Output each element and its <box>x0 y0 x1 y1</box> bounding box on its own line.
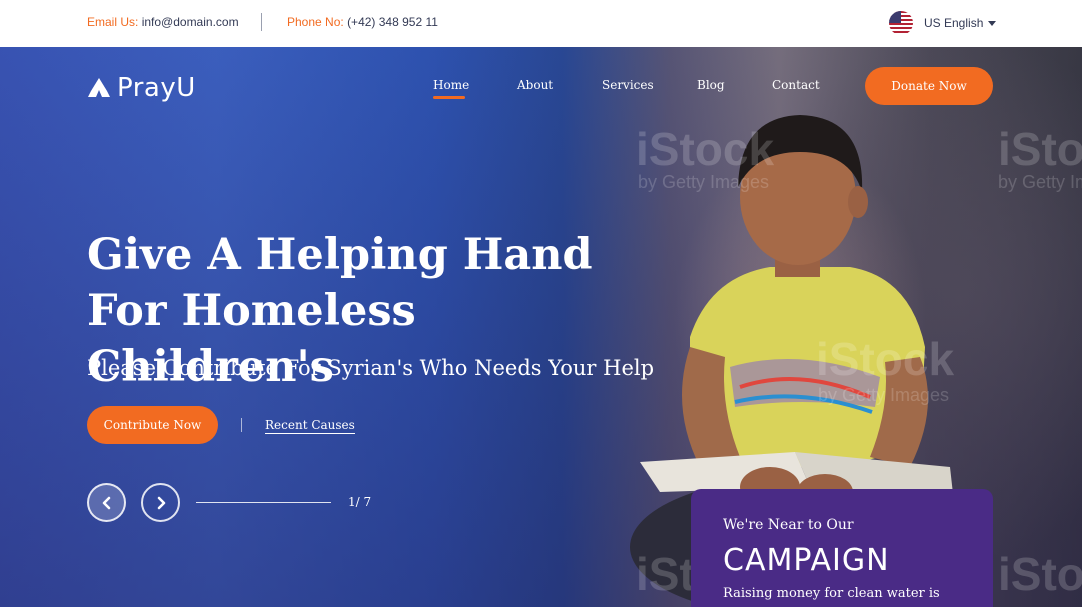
watermark-brand: iStock <box>998 123 1082 175</box>
slide-counter: 1/ 7 <box>348 495 372 509</box>
praying-hands-icon <box>88 78 110 97</box>
cta-divider <box>241 418 242 432</box>
watermark-by: by Getty Images <box>638 172 770 192</box>
us-flag-icon <box>889 11 913 35</box>
hero-banner: iStock by Getty Images iStock by Getty I… <box>0 47 1082 607</box>
brand-logo[interactable]: PrayU <box>87 73 196 103</box>
email-value[interactable]: info@domain.com <box>142 15 239 29</box>
chevron-right-icon <box>157 496 165 509</box>
slider-next-button[interactable] <box>141 483 180 522</box>
active-nav-indicator <box>433 96 465 99</box>
phone-contact[interactable]: Phone No: (+42) 348 952 11 <box>287 15 438 29</box>
watermark-brand: iStock <box>816 333 955 385</box>
brand-name: PrayU <box>117 73 196 103</box>
slider-progress-line <box>196 502 331 503</box>
email-contact[interactable]: Email Us: info@domain.com <box>87 15 239 29</box>
nav-home[interactable]: Home <box>433 78 469 99</box>
topbar-divider <box>261 13 262 31</box>
contribute-now-button[interactable]: Contribute Now <box>87 406 218 444</box>
nav-services[interactable]: Services <box>602 78 654 92</box>
donate-now-button[interactable]: Donate Now <box>865 67 993 105</box>
nav-contact[interactable]: Contact <box>772 78 820 92</box>
hero-subtitle: Please Contribute For Syrian's Who Needs… <box>87 356 655 380</box>
campaign-card: We're Near to Our CAMPAIGN Raising money… <box>691 489 993 607</box>
recent-causes-link[interactable]: Recent Causes <box>265 418 355 434</box>
campaign-title: CAMPAIGN <box>723 543 890 578</box>
nav-about[interactable]: About <box>517 78 553 92</box>
language-selector[interactable]: US English <box>889 11 997 35</box>
email-label: Email Us: <box>87 15 139 29</box>
phone-value[interactable]: (+42) 348 952 11 <box>347 15 438 29</box>
watermark-brand: iStock <box>636 123 775 175</box>
phone-label: Phone No: <box>287 15 344 29</box>
nav-blog[interactable]: Blog <box>697 78 725 92</box>
top-bar: Email Us: info@domain.com Phone No: (+42… <box>0 0 1082 47</box>
watermark-by: by Getty Images <box>998 172 1082 192</box>
campaign-description: Raising money for clean water is <box>723 586 940 601</box>
caret-down-icon <box>988 20 997 26</box>
language-label: US English <box>924 16 984 30</box>
campaign-kicker: We're Near to Our <box>723 517 854 533</box>
watermark-brand: iStock <box>998 548 1082 600</box>
chevron-left-icon <box>102 496 110 509</box>
slider-prev-button[interactable] <box>87 483 126 522</box>
watermark-by: by Getty Images <box>818 385 950 405</box>
